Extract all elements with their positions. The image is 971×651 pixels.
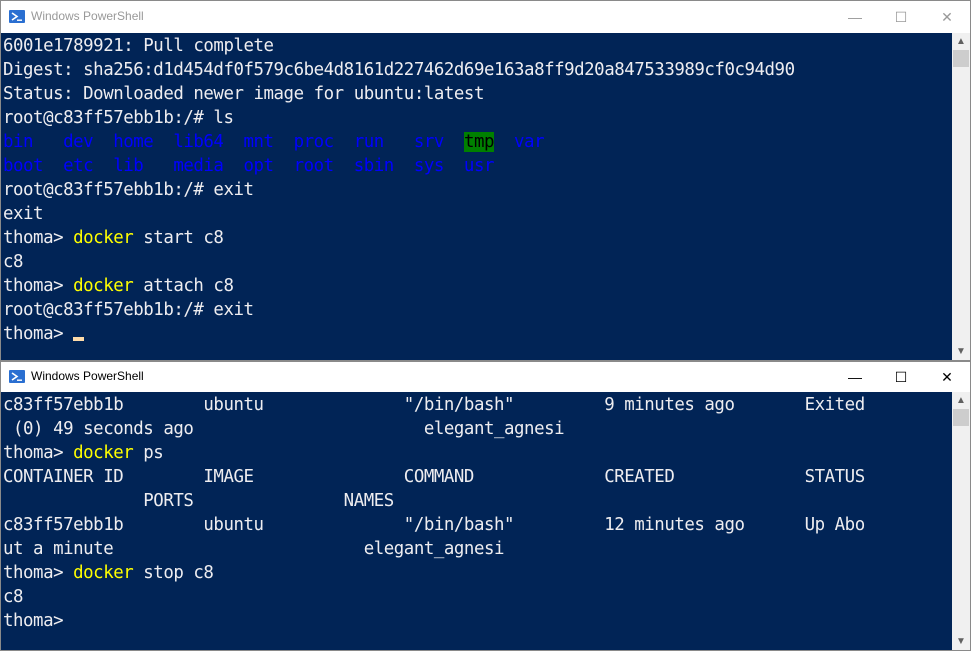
minimize-button[interactable]: —: [832, 1, 878, 33]
text-cursor: [73, 337, 85, 341]
console-line: thoma> docker ps: [1, 441, 952, 465]
directory-listing: var: [494, 132, 545, 152]
console-text: ps: [133, 443, 164, 463]
console-line: PORTS NAMES: [1, 489, 952, 513]
scroll-up-icon[interactable]: ▲: [952, 392, 970, 409]
console-output[interactable]: c83ff57ebb1b ubuntu "/bin/bash" 9 minute…: [1, 392, 952, 650]
title-bar[interactable]: Windows PowerShell — ☐ ✕: [1, 362, 970, 392]
console-line: thoma> docker start c8: [1, 226, 952, 250]
console-text: thoma>: [3, 228, 74, 248]
console-text: (0) 49 seconds ago elegant_agnesi: [3, 419, 565, 439]
console-text: c83ff57ebb1b ubuntu "/bin/bash" 9 minute…: [3, 395, 865, 415]
console-line: 6001e1789921: Pull complete: [1, 34, 952, 58]
maximize-button[interactable]: ☐: [878, 362, 924, 392]
console-text: root@c83ff57ebb1b:/# exit: [3, 300, 254, 320]
scrollbar-thumb[interactable]: [953, 50, 969, 67]
powershell-icon: [9, 370, 25, 383]
console-line: c83ff57ebb1b ubuntu "/bin/bash" 12 minut…: [1, 513, 952, 537]
directory-listing: bin dev home lib64 mnt proc run srv: [3, 132, 464, 152]
console-line: exit: [1, 202, 952, 226]
window-title: Windows PowerShell: [31, 369, 144, 383]
scroll-down-icon[interactable]: ▼: [952, 633, 970, 650]
powershell-icon: [9, 10, 25, 23]
console-text: ut a minute elegant_agnesi: [3, 539, 505, 559]
minimize-button[interactable]: —: [832, 362, 878, 392]
console-line: Status: Downloaded newer image for ubunt…: [1, 82, 952, 106]
maximize-button[interactable]: ☐: [878, 1, 924, 33]
console-line: root@c83ff57ebb1b:/# ls: [1, 106, 952, 130]
console-text: root@c83ff57ebb1b:/# exit: [3, 180, 254, 200]
vertical-scrollbar[interactable]: ▲ ▼: [952, 33, 970, 360]
console-text: c83ff57ebb1b ubuntu "/bin/bash" 12 minut…: [3, 515, 865, 535]
scroll-up-icon[interactable]: ▲: [952, 33, 970, 50]
close-button[interactable]: ✕: [924, 362, 970, 392]
powershell-window-top[interactable]: Windows PowerShell — ☐ ✕ 6001e1789921: P…: [0, 0, 971, 361]
console-line: bin dev home lib64 mnt proc run srv tmp …: [1, 130, 952, 154]
console-text: stop c8: [133, 563, 214, 583]
directory-listing: tmp: [463, 132, 494, 152]
console-line: thoma>: [1, 322, 952, 346]
console-line: c8: [1, 250, 952, 274]
console-line: thoma>: [1, 609, 952, 633]
directory-listing: boot etc lib media opt root sbin sys usr: [3, 156, 494, 176]
powershell-window-bottom[interactable]: Windows PowerShell — ☐ ✕ c83ff57ebb1b ub…: [0, 361, 971, 651]
console-text: thoma>: [3, 324, 74, 344]
console-line: root@c83ff57ebb1b:/# exit: [1, 178, 952, 202]
console-text: thoma>: [3, 276, 74, 296]
close-button[interactable]: ✕: [924, 1, 970, 33]
console-line: thoma> docker stop c8: [1, 561, 952, 585]
console-text: exit: [3, 204, 44, 224]
title-bar[interactable]: Windows PowerShell — ☐ ✕: [1, 1, 970, 33]
console-line: boot etc lib media opt root sbin sys usr: [1, 154, 952, 178]
console-line: CONTAINER ID IMAGE COMMAND CREATED STATU…: [1, 465, 952, 489]
console-text: PORTS NAMES: [3, 491, 394, 511]
command-keyword: docker: [73, 563, 134, 583]
console-text: thoma>: [3, 563, 74, 583]
console-text: thoma>: [3, 611, 64, 631]
scrollbar-thumb[interactable]: [953, 409, 969, 426]
console-line: c83ff57ebb1b ubuntu "/bin/bash" 9 minute…: [1, 393, 952, 417]
vertical-scrollbar[interactable]: ▲ ▼: [952, 392, 970, 650]
command-keyword: docker: [73, 443, 134, 463]
console-output[interactable]: 6001e1789921: Pull complete Digest: sha25…: [1, 33, 952, 360]
console-text: 6001e1789921: Pull complete: [3, 36, 274, 56]
console-text: thoma>: [3, 443, 74, 463]
console-text: Status: Downloaded newer image for ubunt…: [3, 84, 484, 104]
console-text: attach c8: [133, 276, 234, 296]
console-text: start c8: [133, 228, 224, 248]
window-title: Windows PowerShell: [31, 9, 144, 23]
console-text: CONTAINER ID IMAGE COMMAND CREATED STATU…: [3, 467, 865, 487]
console-line: ut a minute elegant_agnesi: [1, 537, 952, 561]
console-text: c8: [3, 252, 24, 272]
console-line: (0) 49 seconds ago elegant_agnesi: [1, 417, 952, 441]
command-keyword: docker: [73, 276, 134, 296]
command-keyword: docker: [73, 228, 134, 248]
console-line: Digest: sha256:d1d454df0f579c6be4d8161d2…: [1, 58, 952, 82]
scroll-down-icon[interactable]: ▼: [952, 343, 970, 360]
console-text: c8: [3, 587, 24, 607]
console-text: root@c83ff57ebb1b:/# ls: [3, 108, 234, 128]
console-line: root@c83ff57ebb1b:/# exit: [1, 298, 952, 322]
console-line: thoma> docker attach c8: [1, 274, 952, 298]
console-text: Digest: sha256:d1d454df0f579c6be4d8161d2…: [3, 60, 795, 80]
console-line: c8: [1, 585, 952, 609]
